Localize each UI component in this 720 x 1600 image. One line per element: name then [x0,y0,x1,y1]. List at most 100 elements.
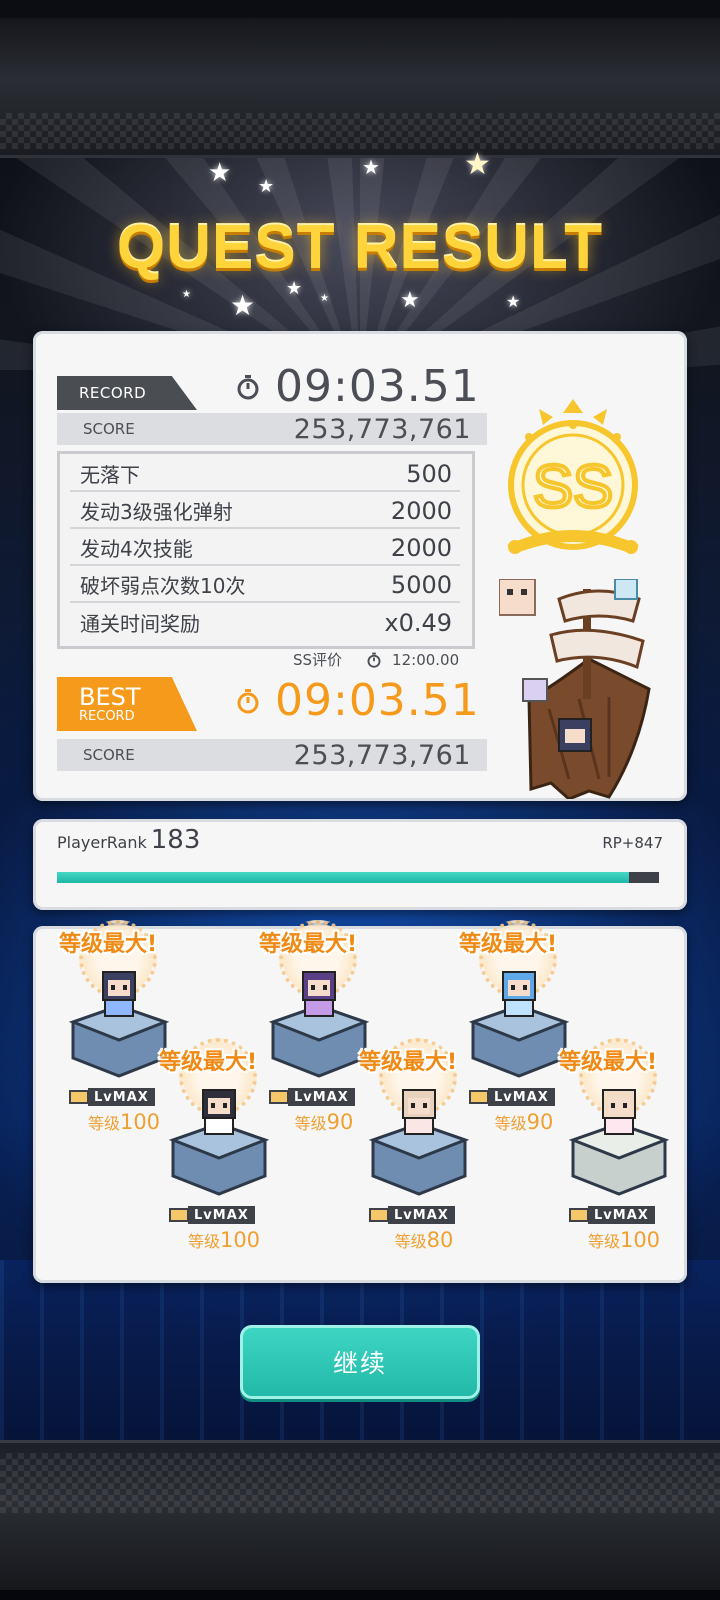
bonus-label: 通关时间奖励 [80,612,200,636]
level-max-label: 等级最大! [158,1050,258,1075]
bonus-label: 无落下 [80,463,140,487]
best-tag-big: BEST [79,682,141,711]
star-icon: ★ [230,289,256,322]
bonus-value: 2000 [390,496,452,525]
lvmax-icon [469,1090,489,1104]
player-rank-panel: PlayerRank 183 RP+847 [33,819,687,910]
level-max-label: 等级最大! [558,1050,658,1075]
record-time: 09:03.51 [235,361,480,412]
lvmax-text: LvMAX [188,1206,255,1224]
character-sprite [602,1089,636,1135]
star-icon: ★ [258,176,275,197]
record-score-bar: SCORE 253,773,761 [57,413,487,445]
rank-points: RP+847 [602,834,663,852]
lvmax-icon [369,1208,389,1222]
record-panel: RECORD 09:03.51 SCORE 253,773,761 无落下 50… [33,331,687,801]
ship-illustration [499,579,651,799]
rank-progress-bar [57,872,659,883]
star-icon: ★ [320,293,329,304]
level-value: 100 [219,1228,261,1252]
player-rank-value: 183 [150,825,201,855]
level-prefix: 等级 [87,1114,120,1133]
ss-rank-text: SS [533,453,613,520]
stopwatch-icon [237,374,259,399]
score-label: SCORE [83,420,135,438]
score-value: 253,773,761 [293,739,471,771]
level-max-label: 等级最大! [458,932,558,957]
bonus-row: 发动3级强化弹射 2000 [70,494,460,529]
bonus-value: 500 [406,459,452,488]
bottom-frame [0,1440,720,1590]
ss-requirement-time: 12:00.00 [392,650,460,669]
lvmax-text: LvMAX [388,1206,455,1224]
level-value: 100 [619,1228,661,1252]
lvmax-badge: LvMAX [169,1206,273,1224]
player-rank: PlayerRank 183 [57,825,200,855]
character-level: 等级80 [369,1228,479,1252]
continue-button[interactable]: 继续 [240,1325,480,1399]
lvmax-badge: LvMAX [69,1088,173,1106]
best-time-value: 09:03.51 [275,675,480,726]
lvmax-badge: LvMAX [369,1206,473,1224]
rank-progress-fill [57,872,629,883]
stopwatch-icon [237,688,259,713]
character-level: 等级100 [569,1228,679,1252]
level-prefix: 等级 [394,1232,427,1251]
level-prefix: 等级 [187,1232,220,1251]
best-score-bar: SCORE 253,773,761 [57,739,487,771]
ss-rank-badge: SS [507,399,639,554]
top-frame [0,18,720,158]
lvmax-badge: LvMAX [469,1088,573,1106]
level-max-label: 等级最大! [258,932,358,957]
score-value: 253,773,761 [293,413,471,445]
character-slot: 等级最大! LvMAX 等级100 [559,1038,689,1288]
bonus-label: 发动4次技能 [80,537,193,561]
stopwatch-icon [367,652,381,668]
star-icon: ★ [362,155,380,179]
lvmax-icon [169,1208,189,1222]
bonus-value: 5000 [390,570,452,599]
level-prefix: 等级 [587,1232,620,1251]
character-sprite [402,1089,436,1135]
bonus-label: 发动3级强化弹射 [80,500,233,524]
star-icon: ★ [464,147,491,182]
lvmax-text: LvMAX [288,1088,355,1106]
lvmax-badge: LvMAX [269,1088,373,1106]
characters-panel: 等级最大! LvMAX 等级100 等级最大! LvMAX 等级100 等级最大… [33,920,687,1283]
bonus-list: 无落下 500 发动3级强化弹射 2000 发动4次技能 2000 破坏弱点次数… [57,451,475,649]
best-time: 09:03.51 [235,675,480,726]
bonus-row: 发动4次技能 2000 [70,531,460,566]
level-value: 100 [119,1110,161,1134]
bonus-value: 2000 [390,533,452,562]
character-sprite [102,971,136,1017]
character-pedestal [369,1089,469,1196]
character-sprite [499,579,536,616]
star-icon: ★ [400,288,420,313]
lvmax-icon [569,1208,589,1222]
record-tag: RECORD [57,376,197,410]
level-value: 80 [426,1228,454,1252]
best-record-tag: BEST RECORD [57,677,197,731]
lvmax-icon [269,1090,289,1104]
character-sprite [302,971,336,1017]
page-title: QUEST RESULT [116,213,604,282]
level-max-label: 等级最大! [358,1050,458,1075]
character-sprite [502,971,536,1017]
lvmax-badge: LvMAX [569,1206,673,1224]
lvmax-text: LvMAX [588,1206,655,1224]
star-icon: ★ [182,289,191,300]
level-value: 90 [526,1110,554,1134]
level-prefix: 等级 [494,1114,527,1133]
best-tag-small: RECORD [79,708,135,724]
level-value: 90 [326,1110,354,1134]
level-prefix: 等级 [294,1114,327,1133]
bonus-row: 破坏弱点次数10次 5000 [70,568,460,603]
star-icon: ★ [208,158,232,188]
player-rank-label: PlayerRank [57,833,147,852]
character-sprite [202,1089,236,1135]
bonus-row: 通关时间奖励 x0.49 [70,605,460,640]
record-time-value: 09:03.51 [275,361,480,412]
bonus-value: x0.49 [384,608,452,637]
bonus-label: 破坏弱点次数10次 [80,574,246,598]
lvmax-text: LvMAX [488,1088,555,1106]
